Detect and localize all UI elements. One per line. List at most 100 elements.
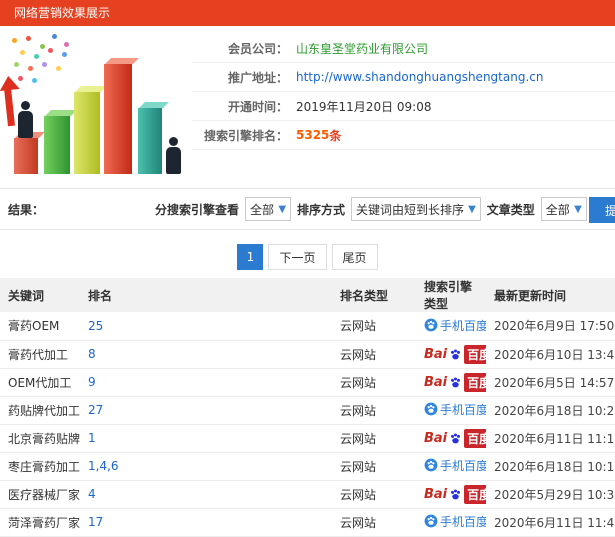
table-body: 膏药OEM 25 云网站 手机百度 2020年6月9日 17:50 膏药代加工 … bbox=[0, 312, 615, 537]
keyword-cell: 菏泽膏药厂家 bbox=[8, 515, 80, 530]
rank-link[interactable]: 4 bbox=[88, 487, 96, 501]
result-label: 结果： bbox=[8, 202, 45, 217]
info-section: 会员公司： 山东皇圣堂药业有限公司 推广地址： http://www.shand… bbox=[0, 26, 615, 186]
table-row: 药贴牌代加工 27 云网站 手机百度 2020年6月18日 10:25 bbox=[0, 396, 615, 425]
rank-link[interactable]: 1,4,6 bbox=[88, 459, 119, 473]
open-time-row: 开通时间： 2019年11月20日 09:08 bbox=[192, 92, 615, 121]
chart-illustration bbox=[0, 32, 192, 182]
baidu-paw-icon bbox=[451, 432, 461, 443]
rank-link[interactable]: 1 bbox=[88, 431, 96, 445]
baidu-logo-text: Bai bbox=[424, 346, 448, 362]
rank-type-cell: 云网站 bbox=[340, 319, 377, 334]
rank-link[interactable]: 8 bbox=[88, 347, 96, 361]
mobile-baidu-label: 手机百度 bbox=[440, 402, 486, 417]
company-name-link[interactable]: 山东皇圣堂药业有限公司 bbox=[296, 40, 428, 57]
filter-bar: 结果： 分搜索引擎查看 全部 ▼ 排序方式 关键词由短到长排序 ▼ 文章类型 全… bbox=[0, 188, 615, 230]
updated-cell: 2020年6月11日 11:18 bbox=[494, 431, 615, 446]
chevron-down-icon: ▼ bbox=[574, 203, 582, 215]
header-rank-type: 排名类型 bbox=[332, 278, 416, 312]
keyword-cell: 药贴牌代加工 bbox=[8, 403, 80, 418]
table-row: 北京膏药贴牌 1 云网站 Bai 百度 2020年6月11日 11:18 bbox=[0, 424, 615, 453]
updated-cell: 2020年6月5日 14:57 bbox=[494, 375, 615, 390]
mobile-baidu-icon bbox=[424, 514, 438, 528]
rank-type-cell: 云网站 bbox=[340, 431, 377, 446]
keyword-cell: 北京膏药贴牌 bbox=[8, 431, 80, 446]
page-button-current[interactable]: 1 bbox=[237, 244, 264, 270]
baidu-paw-icon bbox=[451, 488, 461, 499]
growth-arrow-head bbox=[0, 74, 20, 92]
promotion-url-link[interactable]: http://www.shandonghuangshengtang.cn bbox=[296, 70, 543, 84]
rank-link[interactable]: 17 bbox=[88, 515, 103, 529]
last-page-button[interactable]: 尾页 bbox=[331, 244, 378, 270]
rank-type-cell: 云网站 bbox=[340, 515, 377, 530]
header-updated: 最新更新时间 bbox=[486, 278, 615, 312]
businessman-figure bbox=[18, 101, 33, 138]
baidu-paw-icon bbox=[451, 376, 461, 387]
bar-chart-decoration bbox=[138, 108, 162, 174]
baidu-paw-icon bbox=[451, 348, 461, 359]
mobile-baidu-icon bbox=[424, 402, 438, 416]
table-row: 膏药OEM 25 云网站 手机百度 2020年6月9日 17:50 bbox=[0, 312, 615, 341]
engine-cell: Bai 百度 bbox=[424, 344, 486, 364]
confetti-decoration bbox=[12, 38, 17, 43]
rank-type-cell: 云网站 bbox=[340, 375, 377, 390]
article-type-label: 文章类型 bbox=[486, 202, 535, 217]
rank-count-suffix: 条 bbox=[329, 128, 342, 143]
updated-cell: 2020年6月10日 13:40 bbox=[494, 347, 615, 362]
article-type-select-value: 全部 bbox=[545, 202, 570, 217]
mobile-baidu-label: 手机百度 bbox=[440, 318, 486, 333]
rank-link[interactable]: 27 bbox=[88, 403, 103, 417]
mobile-baidu-icon bbox=[424, 458, 438, 472]
open-time-value: 2019年11月20日 09:08 bbox=[296, 99, 432, 114]
engine-cell: 手机百度 bbox=[424, 513, 486, 530]
businessman-figure bbox=[166, 137, 181, 174]
rank-count-value: 5325 bbox=[296, 128, 330, 142]
engine-filter-label: 分搜索引擎查看 bbox=[155, 202, 240, 217]
baidu-logo-box: 百度 bbox=[464, 428, 486, 448]
article-type-select[interactable]: 全部 ▼ bbox=[540, 197, 587, 221]
engine-cell: Bai 百度 bbox=[424, 484, 486, 504]
engine-select[interactable]: 全部 ▼ bbox=[245, 197, 292, 221]
table-row: OEM代加工 9 云网站 Bai 百度 2020年6月5日 14:57 bbox=[0, 368, 615, 397]
engine-cell: Bai 百度 bbox=[424, 372, 486, 392]
keyword-cell: 医疗器械厂家 bbox=[8, 487, 80, 502]
rank-link[interactable]: 9 bbox=[88, 375, 96, 389]
company-label: 会员公司： bbox=[227, 41, 288, 56]
mobile-baidu-label: 手机百度 bbox=[440, 514, 486, 529]
engine-cell: 手机百度 bbox=[424, 457, 486, 474]
rank-count-label: 搜索引擎排名： bbox=[203, 128, 288, 143]
engine-cell: 手机百度 bbox=[424, 401, 486, 418]
updated-cell: 2020年6月9日 17:50 bbox=[494, 319, 615, 334]
header-engine-type: 搜索引擎类型 bbox=[416, 278, 486, 312]
rank-type-cell: 云网站 bbox=[340, 403, 377, 418]
baidu-logo-text: Bai bbox=[424, 430, 448, 446]
keyword-rank-table: 关键词 排名 排名类型 搜索引擎类型 最新更新时间 膏药OEM 25 云网站 手… bbox=[0, 278, 615, 537]
next-page-button[interactable]: 下一页 bbox=[268, 244, 327, 270]
account-info: 会员公司： 山东皇圣堂药业有限公司 推广地址： http://www.shand… bbox=[192, 32, 615, 186]
table-header: 关键词 排名 排名类型 搜索引擎类型 最新更新时间 bbox=[0, 278, 615, 312]
rank-link[interactable]: 25 bbox=[88, 319, 103, 333]
chevron-down-icon: ▼ bbox=[468, 203, 476, 215]
growth-arrow bbox=[4, 87, 15, 127]
baidu-logo-text: Bai bbox=[424, 374, 448, 390]
updated-cell: 2020年6月18日 10:19 bbox=[494, 459, 615, 474]
updated-cell: 2020年5月29日 10:32 bbox=[494, 487, 615, 502]
keyword-cell: 膏药OEM bbox=[8, 319, 60, 334]
company-row: 会员公司： 山东皇圣堂药业有限公司 bbox=[192, 34, 615, 63]
sort-select[interactable]: 关键词由短到长排序 ▼ bbox=[351, 197, 481, 221]
baidu-logo-box: 百度 bbox=[464, 344, 486, 364]
url-row: 推广地址： http://www.shandonghuangshengtang.… bbox=[192, 63, 615, 92]
open-time-label: 开通时间： bbox=[227, 99, 288, 114]
keyword-cell: 膏药代加工 bbox=[8, 347, 69, 362]
rank-count-row: 搜索引擎排名： 5325 条 bbox=[192, 121, 615, 150]
baidu-logo-box: 百度 bbox=[464, 484, 486, 504]
pagination: 1 下一页 尾页 bbox=[0, 244, 615, 270]
baidu-logo-text: Bai bbox=[424, 486, 448, 502]
chevron-down-icon: ▼ bbox=[278, 203, 287, 215]
table-row: 枣庄膏药加工 1,4,6 云网站 手机百度 2020年6月18日 10:19 bbox=[0, 452, 615, 481]
rank-type-cell: 云网站 bbox=[340, 459, 377, 474]
url-label: 推广地址： bbox=[227, 70, 288, 85]
keyword-cell: 枣庄膏药加工 bbox=[8, 459, 80, 474]
filter-group: 分搜索引擎查看 全部 ▼ 排序方式 关键词由短到长排序 ▼ 文章类型 全部 ▼ bbox=[152, 197, 590, 221]
submit-button[interactable]: 提交 bbox=[589, 197, 615, 223]
